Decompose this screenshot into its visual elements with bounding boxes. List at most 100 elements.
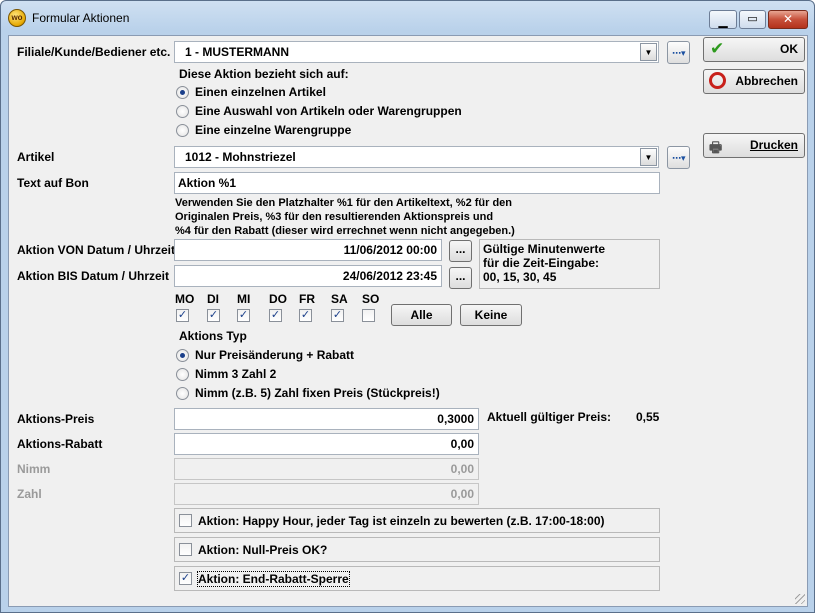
nimm-value: 0,00 bbox=[450, 462, 474, 476]
checkbox-fr[interactable]: ✓ bbox=[299, 309, 312, 322]
current-price-value: 0,55 bbox=[636, 410, 660, 424]
day-label-mo: MO bbox=[175, 292, 195, 306]
happy-hour-box: Aktion: Happy Hour, jeder Tag ist einzel… bbox=[174, 508, 660, 533]
happy-hour-checkbox[interactable] bbox=[179, 514, 192, 527]
checkbox-do[interactable]: ✓ bbox=[269, 309, 282, 322]
print-button[interactable]: 🖶 Drucken bbox=[703, 133, 805, 158]
bis-datetime-input[interactable]: 24/06/2012 23:45 bbox=[174, 265, 442, 287]
maximize-icon: ▭ bbox=[747, 13, 758, 25]
von-label: Aktion VON Datum / Uhrzeit bbox=[17, 243, 176, 257]
zahl-value: 0,00 bbox=[450, 487, 474, 501]
all-days-label: Alle bbox=[410, 308, 433, 322]
rabatt-label: Aktions-Rabatt bbox=[17, 437, 103, 451]
preis-input[interactable]: 0,3000 bbox=[174, 408, 479, 430]
filiale-picker-button[interactable]: ⋯▾ bbox=[667, 41, 690, 64]
checkbox-mi[interactable]: ✓ bbox=[237, 309, 250, 322]
artikel-value: 1012 - Mohnstriezel bbox=[185, 150, 296, 164]
rabatt-value: 0,00 bbox=[450, 437, 474, 451]
check-icon: ✔ bbox=[710, 39, 725, 58]
von-date-picker-button[interactable]: ... bbox=[449, 240, 472, 262]
radio-einzel-artikel-label[interactable]: Einen einzelnen Artikel bbox=[195, 85, 326, 99]
day-label-do: DO bbox=[269, 292, 287, 306]
radio-fixpreis[interactable] bbox=[176, 387, 189, 400]
day-label-fr: FR bbox=[299, 292, 315, 306]
nimm-input: 0,00 bbox=[174, 458, 479, 480]
bon-note-line: Originalen Preis, %3 für den resultieren… bbox=[175, 211, 494, 223]
checkbox-so[interactable] bbox=[362, 309, 375, 322]
bon-text-value: Aktion %1 bbox=[178, 176, 237, 190]
dialog-content: Filiale/Kunde/Bediener etc. 1 - MUSTERMA… bbox=[8, 35, 808, 607]
close-icon: ✕ bbox=[782, 12, 794, 26]
no-days-button[interactable]: Keine bbox=[460, 304, 522, 326]
window-title: Formular Aktionen bbox=[32, 11, 130, 25]
checkbox-di[interactable]: ✓ bbox=[207, 309, 220, 322]
checkbox-mo[interactable]: ✓ bbox=[176, 309, 189, 322]
von-value: 11/06/2012 00:00 bbox=[343, 243, 437, 257]
end-rabatt-checkbox[interactable]: ✓ bbox=[179, 572, 192, 585]
ok-label: OK bbox=[780, 42, 798, 56]
dialog-window: wo Formular Aktionen ▁ ▭ ✕ Filiale/Kunde… bbox=[0, 0, 815, 613]
day-label-so: SO bbox=[362, 292, 380, 306]
bis-label: Aktion BIS Datum / Uhrzeit bbox=[17, 269, 170, 283]
radio-fixpreis-label[interactable]: Nimm (z.B. 5) Zahl fixen Preis (Stückpre… bbox=[195, 386, 440, 400]
filiale-value: 1 - MUSTERMANN bbox=[185, 45, 289, 59]
end-rabatt-label[interactable]: Aktion: End-Rabatt-Sperre bbox=[197, 571, 350, 587]
filiale-combo[interactable]: 1 - MUSTERMANN ▼ bbox=[174, 41, 659, 63]
minutes-info: Gültige Minutenwerte für die Zeit-Eingab… bbox=[483, 242, 605, 284]
all-days-button[interactable]: Alle bbox=[391, 304, 452, 326]
resize-grip[interactable] bbox=[795, 594, 805, 604]
radio-preisaenderung-label[interactable]: Nur Preisänderung + Rabatt bbox=[195, 348, 354, 362]
end-rabatt-box: ✓ Aktion: End-Rabatt-Sperre bbox=[174, 566, 660, 591]
checkbox-sa[interactable]: ✓ bbox=[331, 309, 344, 322]
radio-einzel-artikel[interactable] bbox=[176, 86, 189, 99]
nimm-label: Nimm bbox=[17, 462, 51, 476]
radio-warengruppe-label[interactable]: Eine einzelne Warengruppe bbox=[195, 123, 351, 137]
current-price-label: Aktuell gültiger Preis: bbox=[487, 410, 612, 424]
minimize-button[interactable]: ▁ bbox=[709, 10, 737, 29]
close-button[interactable]: ✕ bbox=[768, 10, 808, 29]
artikel-combo[interactable]: 1012 - Mohnstriezel ▼ bbox=[174, 146, 659, 168]
bon-note: Verwenden Sie den Platzhalter %1 für den… bbox=[175, 196, 515, 238]
ok-button[interactable]: ✔ OK bbox=[703, 37, 805, 62]
radio-auswahl[interactable] bbox=[176, 105, 189, 118]
bis-value: 24/06/2012 23:45 bbox=[342, 269, 437, 283]
bis-date-picker-button[interactable]: ... bbox=[449, 267, 472, 289]
radio-preisaenderung[interactable] bbox=[176, 349, 189, 362]
bezieht-heading: Diese Aktion bezieht sich auf: bbox=[179, 67, 349, 81]
typ-heading: Aktions Typ bbox=[179, 329, 247, 343]
filiale-label: Filiale/Kunde/Bediener etc. bbox=[17, 45, 171, 59]
radio-nimm3zahl2-label[interactable]: Nimm 3 Zahl 2 bbox=[195, 367, 276, 381]
minutes-info-box: Gültige Minutenwerte für die Zeit-Eingab… bbox=[479, 239, 660, 289]
artikel-picker-button[interactable]: ⋯▾ bbox=[667, 146, 690, 169]
von-datetime-input[interactable]: 11/06/2012 00:00 bbox=[174, 239, 442, 261]
bon-note-line: Verwenden Sie den Platzhalter %1 für den… bbox=[175, 197, 513, 209]
rabatt-input[interactable]: 0,00 bbox=[174, 433, 479, 455]
chevron-down-icon[interactable]: ▼ bbox=[640, 43, 657, 61]
minimize-icon: ▁ bbox=[718, 14, 728, 28]
null-price-checkbox[interactable] bbox=[179, 543, 192, 556]
zahl-label: Zahl bbox=[17, 487, 42, 501]
printer-icon: 🖶 bbox=[709, 139, 723, 155]
picker-icon: ⋯▾ bbox=[672, 153, 686, 163]
artikel-label: Artikel bbox=[17, 150, 55, 164]
happy-hour-label[interactable]: Aktion: Happy Hour, jeder Tag ist einzel… bbox=[198, 514, 605, 528]
no-days-label: Keine bbox=[474, 308, 508, 322]
radio-nimm3zahl2[interactable] bbox=[176, 368, 189, 381]
day-label-sa: SA bbox=[331, 292, 348, 306]
radio-warengruppe[interactable] bbox=[176, 124, 189, 137]
null-price-label[interactable]: Aktion: Null-Preis OK? bbox=[198, 543, 327, 557]
minutes-line: für die Zeit-Eingabe: bbox=[483, 256, 600, 270]
minutes-line: Gültige Minutenwerte bbox=[483, 242, 606, 256]
cancel-button[interactable]: Abbrechen bbox=[703, 69, 805, 94]
preis-label: Aktions-Preis bbox=[17, 412, 95, 426]
day-label-di: DI bbox=[207, 292, 219, 306]
title-bar[interactable]: wo Formular Aktionen ▁ ▭ ✕ bbox=[1, 1, 814, 35]
null-price-box: Aktion: Null-Preis OK? bbox=[174, 537, 660, 562]
cancel-label: Abbrechen bbox=[735, 74, 798, 88]
print-label: Drucken bbox=[749, 138, 798, 152]
cancel-icon bbox=[709, 72, 726, 89]
radio-auswahl-label[interactable]: Eine Auswahl von Artikeln oder Warengrup… bbox=[195, 104, 462, 118]
bon-text-input[interactable]: Aktion %1 bbox=[174, 172, 660, 194]
chevron-down-icon[interactable]: ▼ bbox=[640, 148, 657, 166]
maximize-button[interactable]: ▭ bbox=[739, 10, 766, 29]
